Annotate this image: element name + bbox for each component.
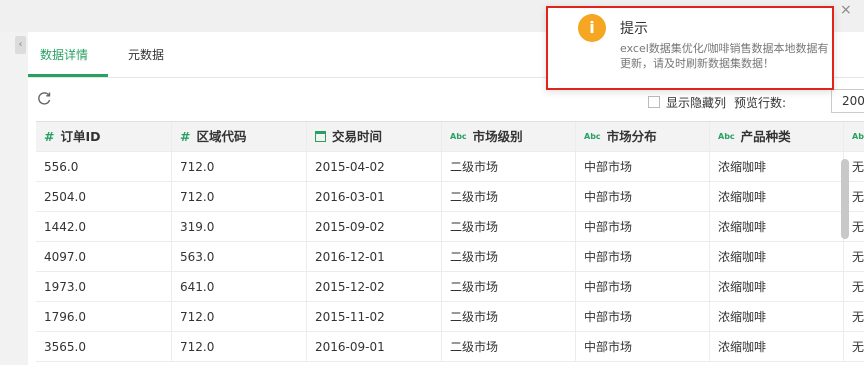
table-cell: 浓缩咖啡	[710, 212, 844, 242]
table-cell: 二级市场	[442, 302, 576, 332]
table-cell: 无	[844, 242, 864, 272]
text-type-icon: Abc	[450, 132, 467, 141]
table-row: 2504.0 712.0 2016-03-01 二级市场 中部市场 浓缩咖啡无	[36, 182, 864, 212]
table-cell: 无	[844, 332, 864, 362]
column-header-label: 交易时间	[332, 129, 383, 144]
notification-popup: i 提示 excel数据集优化/咖啡销售数据本地数据有更新，请及时刷新数据集数据…	[546, 6, 834, 90]
table-row: 3565.0 712.0 2016-09-01 二级市场 中部市场 浓缩咖啡无	[36, 332, 864, 362]
notification-title: 提示	[620, 21, 648, 37]
table-cell: 712.0	[172, 152, 307, 182]
number-type-icon: #	[180, 129, 191, 144]
table-cell: 563.0	[172, 242, 307, 272]
table-cell: 无	[844, 302, 864, 332]
column-header-label: 市场级别	[472, 129, 523, 144]
number-type-icon: #	[44, 129, 55, 144]
table-row: 556.0 712.0 2015-04-02 二级市场 中部市场 浓缩咖啡无	[36, 152, 864, 182]
column-header[interactable]: Abc 产品种类	[710, 122, 844, 152]
table-row: 4097.0 563.0 2016-12-01 二级市场 中部市场 浓缩咖啡无	[36, 242, 864, 272]
table-cell: 2015-04-02	[307, 152, 442, 182]
table-cell: 二级市场	[442, 242, 576, 272]
column-header[interactable]: # 订单ID	[36, 122, 172, 152]
table-cell: 2015-09-02	[307, 212, 442, 242]
table-cell: 4097.0	[36, 242, 172, 272]
tab-data-detail[interactable]: 数据详情	[40, 46, 88, 63]
preview-rows-label: 预览行数:	[734, 95, 787, 110]
column-header-label: 产品种类	[740, 129, 791, 144]
table-cell: 浓缩咖啡	[710, 332, 844, 362]
table-cell: 中部市场	[576, 332, 710, 362]
column-header[interactable]: Abc产	[844, 122, 864, 152]
text-type-icon: Abc	[852, 132, 864, 141]
table-cell: 二级市场	[442, 332, 576, 362]
table-cell: 2015-12-02	[307, 272, 442, 302]
data-table: #订单ID#区域代码交易时间Abc市场级别Abc市场分布Abc产品种类Abc产5…	[36, 121, 864, 365]
column-header[interactable]: # 区域代码	[172, 122, 307, 152]
tab-metadata[interactable]: 元数据	[128, 46, 164, 63]
close-icon[interactable]: ×	[840, 2, 852, 18]
notification-message: excel数据集优化/咖啡销售数据本地数据有更新，请及时刷新数据集数据！	[620, 42, 829, 70]
column-header[interactable]: Abc 市场级别	[442, 122, 576, 152]
table-cell: 二级市场	[442, 212, 576, 242]
text-type-icon: Abc	[584, 132, 601, 141]
table-cell: 中部市场	[576, 152, 710, 182]
preview-options: 显示隐藏列 预览行数:	[648, 91, 786, 113]
text-type-icon: Abc	[718, 132, 735, 141]
column-header-label: 市场分布	[606, 129, 657, 144]
table-cell: 浓缩咖啡	[710, 152, 844, 182]
active-tab-indicator	[28, 74, 108, 77]
table-cell: 2015-11-02	[307, 302, 442, 332]
table-cell: 无	[844, 272, 864, 302]
show-hidden-columns-checkbox[interactable]	[648, 96, 660, 108]
table-cell: 浓缩咖啡	[710, 242, 844, 272]
table-cell: 浓缩咖啡	[710, 272, 844, 302]
table-cell: 1796.0	[36, 302, 172, 332]
preview-rows-input[interactable]: 200	[831, 89, 864, 113]
column-header-label: 区域代码	[196, 129, 247, 144]
table-cell: 319.0	[172, 212, 307, 242]
vertical-scrollbar[interactable]	[841, 159, 849, 239]
table-cell: 556.0	[36, 152, 172, 182]
column-header-label: 订单ID	[60, 129, 101, 144]
table-cell: 712.0	[172, 182, 307, 212]
table-cell: 3565.0	[36, 332, 172, 362]
table-row: 1973.0 641.0 2015-12-02 二级市场 中部市场 浓缩咖啡无	[36, 272, 864, 302]
show-hidden-columns-label: 显示隐藏列	[666, 95, 727, 110]
info-icon: i	[578, 14, 606, 42]
table-cell: 2016-12-01	[307, 242, 442, 272]
refresh-icon[interactable]	[36, 90, 52, 106]
table-row: 1442.0 319.0 2015-09-02 二级市场 中部市场 浓缩咖啡无	[36, 212, 864, 242]
table-cell: 中部市场	[576, 302, 710, 332]
column-header[interactable]: 交易时间	[307, 122, 442, 152]
table-cell: 中部市场	[576, 242, 710, 272]
table-cell: 浓缩咖啡	[710, 182, 844, 212]
table-cell: 二级市场	[442, 182, 576, 212]
table-cell: 二级市场	[442, 152, 576, 182]
table-cell: 二级市场	[442, 272, 576, 302]
table-cell: 712.0	[172, 332, 307, 362]
table-cell: 712.0	[172, 302, 307, 332]
calendar-icon	[315, 131, 326, 142]
table-cell: 中部市场	[576, 272, 710, 302]
table-cell: 中部市场	[576, 182, 710, 212]
table-header-row: # 订单ID # 区域代码 交易时间 Abc 市场级别 Abc 市场分布 Abc 产品种类 Abc产	[36, 122, 864, 152]
table-cell: 2016-03-01	[307, 182, 442, 212]
collapse-left-icon[interactable]: ‹	[15, 36, 26, 54]
table-cell: 浓缩咖啡	[710, 302, 844, 332]
table-cell: 1973.0	[36, 272, 172, 302]
table-cell: 2504.0	[36, 182, 172, 212]
table-row: 1796.0 712.0 2015-11-02 二级市场 中部市场 浓缩咖啡无	[36, 302, 864, 332]
table-cell: 中部市场	[576, 212, 710, 242]
column-header[interactable]: Abc 市场分布	[576, 122, 710, 152]
table-cell: 641.0	[172, 272, 307, 302]
table-cell: 1442.0	[36, 212, 172, 242]
table-cell: 2016-09-01	[307, 332, 442, 362]
